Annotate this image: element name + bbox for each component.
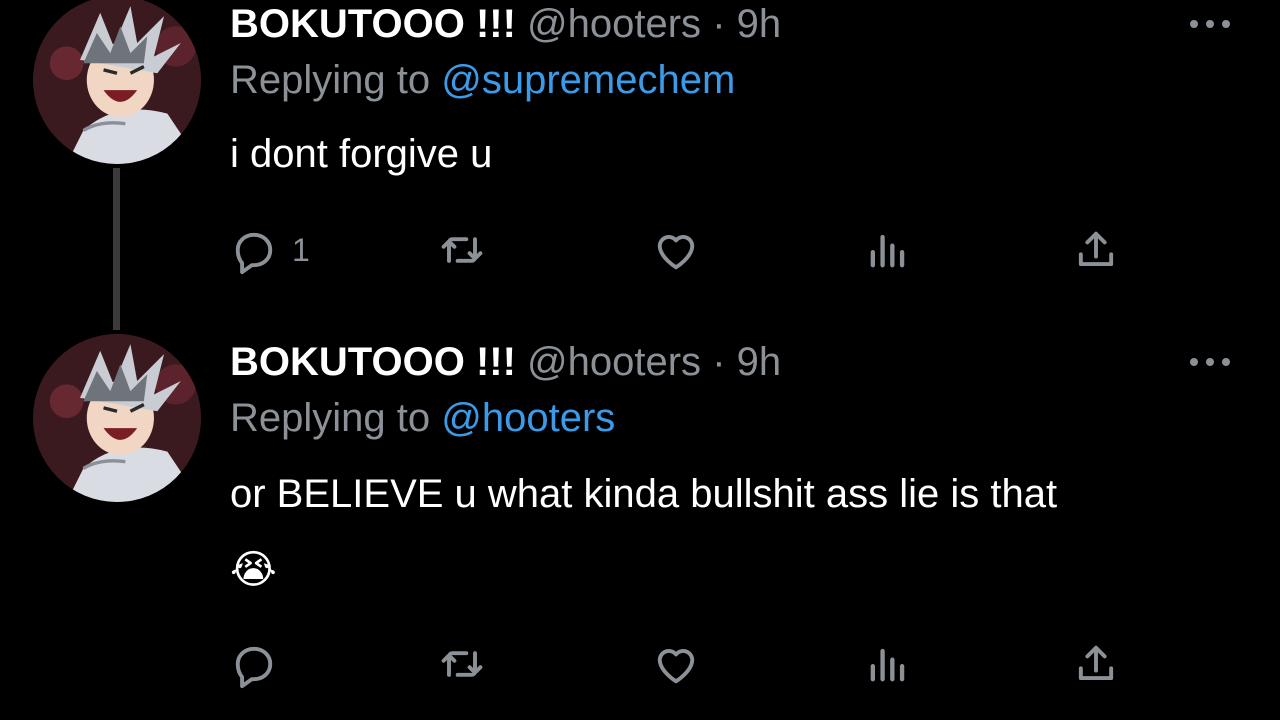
reply-icon: [235, 646, 273, 689]
views-button[interactable]: [862, 636, 914, 692]
tweet[interactable]: BOKUTOOO !!! @hooters · 9h Replying to @…: [0, 0, 1280, 330]
user-handle[interactable]: @hooters: [527, 340, 701, 384]
tweet-text: i dont forgive u: [230, 118, 492, 190]
avatar-image: [33, 0, 201, 164]
retweet-icon: [441, 651, 483, 677]
retweet-icon: [441, 237, 483, 263]
display-name[interactable]: BOKUTOOO !!!: [230, 2, 516, 46]
more-dot: [1222, 358, 1230, 366]
reply-icon: [235, 232, 273, 275]
like-icon: [657, 649, 695, 684]
reply-button[interactable]: 1: [228, 222, 310, 278]
reply-button[interactable]: [228, 636, 292, 692]
like-button[interactable]: [650, 636, 702, 692]
like-icon: [657, 235, 695, 270]
share-icon: [1078, 231, 1114, 267]
share-button[interactable]: [1070, 636, 1122, 692]
views-button[interactable]: [862, 222, 914, 278]
user-handle[interactable]: @hooters: [527, 2, 701, 46]
tweet-actions: [228, 636, 1128, 692]
separator-dot: ·: [712, 2, 726, 46]
replying-prefix: Replying to: [230, 58, 431, 102]
tweet-text-content: or BELIEVE u what kinda bullshit ass lie…: [230, 472, 1058, 516]
reply-count: 1: [292, 231, 310, 268]
retweet-button[interactable]: [436, 636, 488, 692]
avatar[interactable]: [33, 334, 201, 502]
tweet-actions: 1: [228, 222, 1128, 278]
retweet-button[interactable]: [436, 222, 488, 278]
avatar-image: [33, 334, 201, 502]
replying-to: Replying to @hooters: [230, 396, 615, 440]
share-icon: [1078, 645, 1114, 681]
tweet-thread: BOKUTOOO !!! @hooters · 9h Replying to @…: [0, 0, 1280, 720]
tweet-header: BOKUTOOO !!! @hooters · 9h: [230, 2, 781, 46]
views-icon: [870, 648, 905, 682]
tweet-header: BOKUTOOO !!! @hooters · 9h: [230, 340, 781, 384]
more-dot: [1190, 20, 1198, 28]
more-icon[interactable]: [1190, 18, 1230, 30]
more-dot: [1206, 358, 1214, 366]
tweet-text-content: i dont forgive u: [230, 132, 493, 176]
replying-mention-link[interactable]: @supremechem: [441, 58, 735, 102]
display-name[interactable]: BOKUTOOO !!!: [230, 340, 516, 384]
timestamp[interactable]: 9h: [737, 340, 782, 384]
thread-connector: [113, 168, 120, 330]
more-dot: [1206, 20, 1214, 28]
more-dot: [1190, 358, 1198, 366]
share-button[interactable]: [1070, 222, 1122, 278]
more-dot: [1222, 20, 1230, 28]
replying-prefix: Replying to: [230, 396, 431, 440]
replying-mention-link[interactable]: @hooters: [441, 396, 615, 440]
like-button[interactable]: [650, 222, 702, 278]
timestamp[interactable]: 9h: [737, 2, 782, 46]
views-icon: [870, 234, 905, 268]
more-icon[interactable]: [1190, 356, 1230, 368]
tweet[interactable]: BOKUTOOO !!! @hooters · 9h Replying to @…: [0, 330, 1280, 720]
avatar[interactable]: [33, 0, 201, 164]
tweet-text: or BELIEVE u what kinda bullshit ass lie…: [230, 458, 1057, 606]
separator-dot: ·: [712, 340, 726, 384]
replying-to: Replying to @supremechem: [230, 58, 735, 102]
crying-face-emoji: 😭: [230, 548, 277, 592]
